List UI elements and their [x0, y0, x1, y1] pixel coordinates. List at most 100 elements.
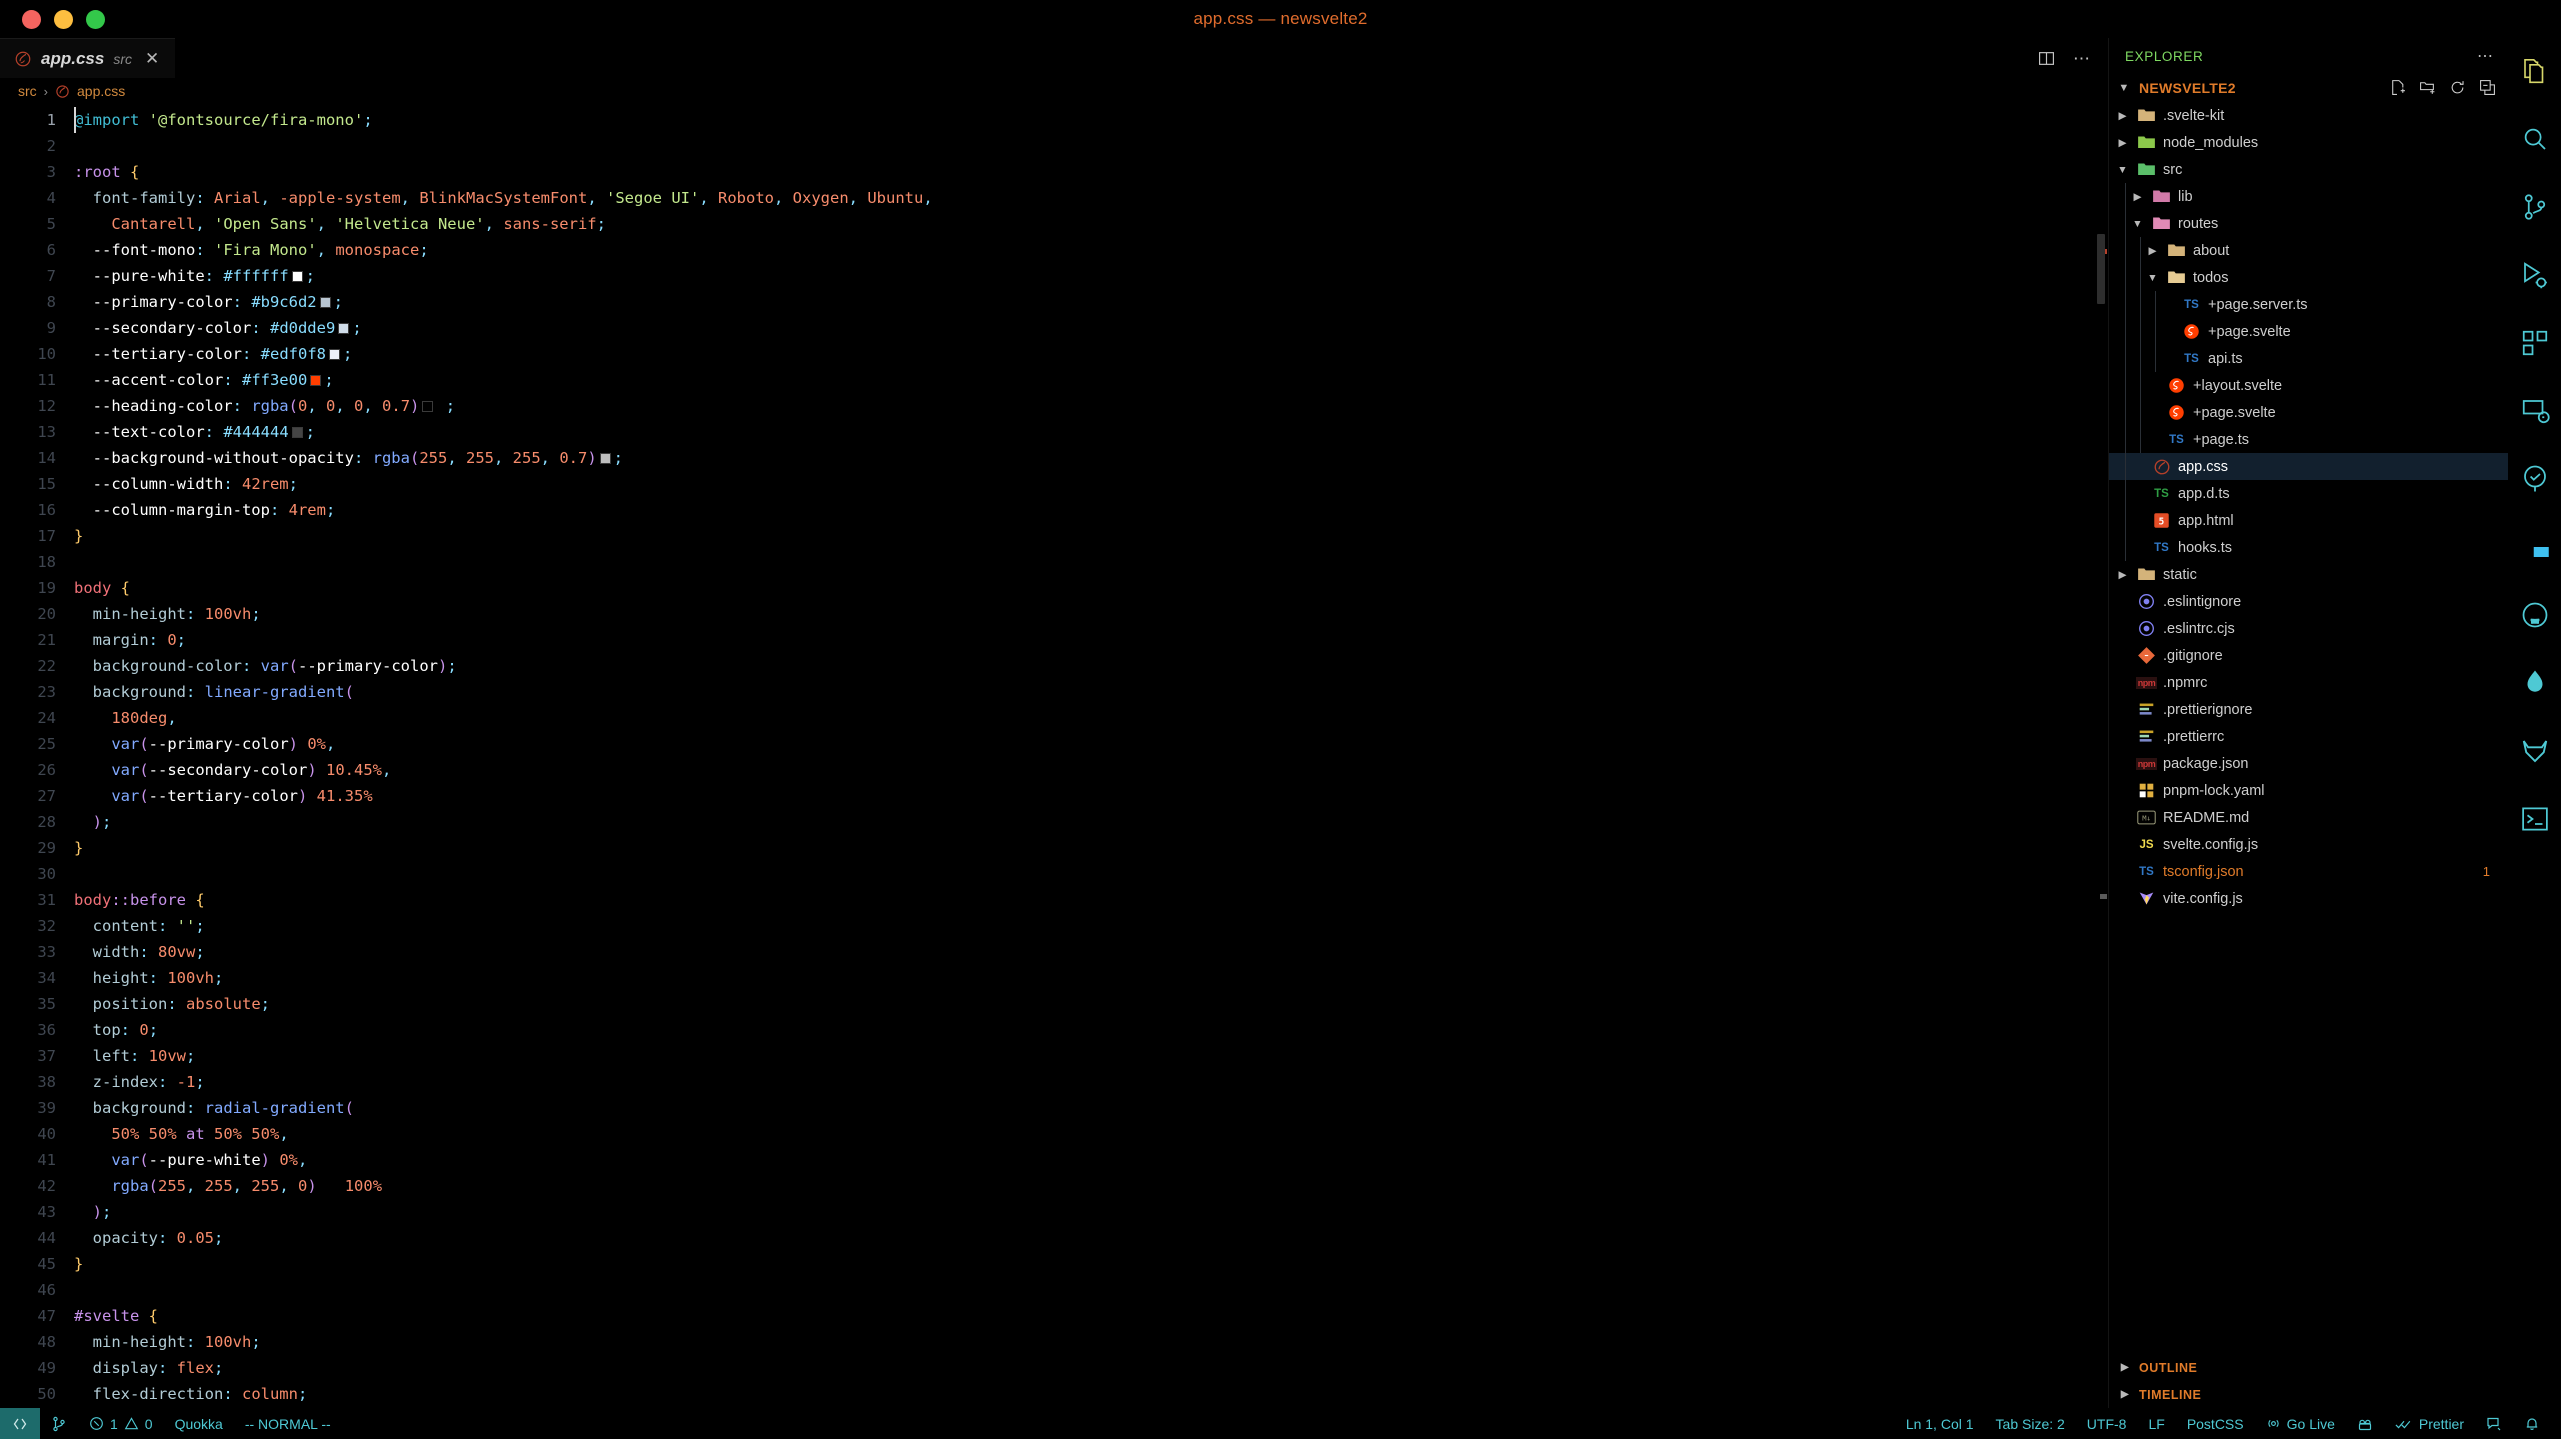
- sidebar-section-outline[interactable]: ▶OUTLINE: [2109, 1354, 2508, 1381]
- code-line[interactable]: 47#svelte {: [0, 1303, 2108, 1329]
- tree-file-readme-md[interactable]: ▶M↓README.md: [2109, 804, 2508, 831]
- file-tree[interactable]: ▶.svelte-kit▶node_modules▼src▶lib▼routes…: [2109, 101, 2508, 1354]
- code-line[interactable]: 30: [0, 861, 2108, 887]
- status-prettier[interactable]: Prettier: [2384, 1408, 2475, 1439]
- sidebar-more-icon[interactable]: ⋯: [2477, 46, 2494, 66]
- code-line[interactable]: 35 position: absolute;: [0, 991, 2108, 1017]
- tree-file-app-html[interactable]: ▶5app.html: [2109, 507, 2508, 534]
- chevron-right-icon[interactable]: ▶: [2145, 245, 2160, 257]
- tree-file-tsconfig-json[interactable]: ▶TStsconfig.json1: [2109, 858, 2508, 885]
- code-line[interactable]: 39 background: radial-gradient(: [0, 1095, 2108, 1121]
- chevron-down-icon[interactable]: ▼: [2145, 272, 2160, 284]
- run-debug-icon[interactable]: [2516, 256, 2554, 294]
- database-icon[interactable]: [2516, 664, 2554, 702]
- code-line[interactable]: 32 content: '';: [0, 913, 2108, 939]
- status-language-mode[interactable]: PostCSS: [2176, 1408, 2255, 1439]
- code-line[interactable]: 28 );: [0, 809, 2108, 835]
- chevron-down-icon[interactable]: ▼: [2115, 164, 2130, 176]
- code-line[interactable]: 19body {: [0, 575, 2108, 601]
- code-line[interactable]: 37 left: 10vw;: [0, 1043, 2108, 1069]
- tree-folder-lib[interactable]: ▶lib: [2109, 183, 2508, 210]
- close-window-button[interactable]: [22, 10, 41, 29]
- close-icon[interactable]: ✕: [141, 50, 159, 67]
- testing-icon[interactable]: [2516, 460, 2554, 498]
- chevron-right-icon[interactable]: ▶: [2115, 137, 2130, 149]
- code-line[interactable]: 18: [0, 549, 2108, 575]
- chevron-down-icon[interactable]: ▼: [2115, 82, 2133, 94]
- tree-file--prettierrc[interactable]: ▶.prettierrc: [2109, 723, 2508, 750]
- status-notifications[interactable]: [2513, 1408, 2551, 1439]
- tree-folder-about[interactable]: ▶about: [2109, 237, 2508, 264]
- tree-file-package-json[interactable]: ▶npmpackage.json: [2109, 750, 2508, 777]
- code-line[interactable]: 8 --primary-color: #b9c6d2;: [0, 289, 2108, 315]
- code-line[interactable]: 10 --tertiary-color: #edf0f8;: [0, 341, 2108, 367]
- search-icon[interactable]: [2516, 120, 2554, 158]
- tree-file--page-ts[interactable]: ▶TS+page.ts: [2109, 426, 2508, 453]
- code-line[interactable]: 15 --column-width: 42rem;: [0, 471, 2108, 497]
- code-line[interactable]: 3:root {: [0, 159, 2108, 185]
- sidebar-section-timeline[interactable]: ▶TIMELINE: [2109, 1381, 2508, 1408]
- code-line[interactable]: 49 display: flex;: [0, 1355, 2108, 1381]
- tree-folder-routes[interactable]: ▼routes: [2109, 210, 2508, 237]
- tree-file--eslintignore[interactable]: ▶.eslintignore: [2109, 588, 2508, 615]
- code-line[interactable]: 51}: [0, 1407, 2108, 1408]
- status-quokka[interactable]: Quokka: [164, 1408, 234, 1439]
- status-cursor-position[interactable]: Ln 1, Col 1: [1895, 1408, 1985, 1439]
- remote-explorer-icon[interactable]: [2516, 392, 2554, 430]
- code-line[interactable]: 33 width: 80vw;: [0, 939, 2108, 965]
- code-line[interactable]: 21 margin: 0;: [0, 627, 2108, 653]
- code-line[interactable]: 25 var(--primary-color) 0%,: [0, 731, 2108, 757]
- source-control-branch[interactable]: [40, 1408, 78, 1439]
- code-line[interactable]: 40 50% 50% at 50% 50%,: [0, 1121, 2108, 1147]
- tree-file--gitignore[interactable]: ▶.gitignore: [2109, 642, 2508, 669]
- tree-folder--svelte-kit[interactable]: ▶.svelte-kit: [2109, 102, 2508, 129]
- code-line[interactable]: 38 z-index: -1;: [0, 1069, 2108, 1095]
- breadcrumb-file[interactable]: app.css: [77, 83, 125, 99]
- new-file-icon[interactable]: [2389, 79, 2406, 96]
- code-line[interactable]: 11 --accent-color: #ff3e00;: [0, 367, 2108, 393]
- code-line[interactable]: 43 );: [0, 1199, 2108, 1225]
- tree-file-pnpm-lock-yaml[interactable]: ▶pnpm-lock.yaml: [2109, 777, 2508, 804]
- status-feedback[interactable]: [2475, 1408, 2513, 1439]
- tree-folder-node-modules[interactable]: ▶node_modules: [2109, 129, 2508, 156]
- breadcrumb[interactable]: src › app.css: [0, 78, 2108, 104]
- code-line[interactable]: 45}: [0, 1251, 2108, 1277]
- code-line[interactable]: 22 background-color: var(--primary-color…: [0, 653, 2108, 679]
- code-editor[interactable]: 1@import '@fontsource/fira-mono';23:root…: [0, 104, 2108, 1408]
- code-line[interactable]: 16 --column-margin-top: 4rem;: [0, 497, 2108, 523]
- status-indentation[interactable]: Tab Size: 2: [1985, 1408, 2076, 1439]
- code-line[interactable]: 48 min-height: 100vh;: [0, 1329, 2108, 1355]
- code-line[interactable]: 14 --background-without-opacity: rgba(25…: [0, 445, 2108, 471]
- new-folder-icon[interactable]: [2419, 79, 2436, 96]
- code-line[interactable]: 24 180deg,: [0, 705, 2108, 731]
- code-line[interactable]: 50 flex-direction: column;: [0, 1381, 2108, 1407]
- workspace-root-row[interactable]: ▼ NEWSVELTE2: [2109, 74, 2508, 101]
- code-line[interactable]: 46: [0, 1277, 2108, 1303]
- status-encoding[interactable]: UTF-8: [2076, 1408, 2138, 1439]
- chevron-right-icon[interactable]: ▶: [2115, 110, 2130, 122]
- code-line[interactable]: 36 top: 0;: [0, 1017, 2108, 1043]
- code-line[interactable]: 31body::before {: [0, 887, 2108, 913]
- minimize-window-button[interactable]: [54, 10, 73, 29]
- code-line[interactable]: 1@import '@fontsource/fira-mono';: [0, 107, 2108, 133]
- tree-file-svelte-config-js[interactable]: ▶JSsvelte.config.js: [2109, 831, 2508, 858]
- status-eol[interactable]: LF: [2137, 1408, 2175, 1439]
- tree-file--page-svelte[interactable]: ▶+page.svelte: [2109, 399, 2508, 426]
- code-line[interactable]: 2: [0, 133, 2108, 159]
- chevron-right-icon[interactable]: ▶: [2117, 1362, 2133, 1373]
- docker-icon[interactable]: [2516, 528, 2554, 566]
- status-vim-mode[interactable]: -- NORMAL --: [234, 1408, 342, 1439]
- split-editor-icon[interactable]: [2038, 50, 2055, 67]
- tree-folder-src[interactable]: ▼src: [2109, 156, 2508, 183]
- code-line[interactable]: 12 --heading-color: rgba(0, 0, 0, 0.7) ;: [0, 393, 2108, 419]
- tree-file--layout-svelte[interactable]: ▶+layout.svelte: [2109, 372, 2508, 399]
- github-icon[interactable]: [2516, 596, 2554, 634]
- code-line[interactable]: 20 min-height: 100vh;: [0, 601, 2108, 627]
- code-line[interactable]: 7 --pure-white: #ffffff;: [0, 263, 2108, 289]
- code-line[interactable]: 23 background: linear-gradient(: [0, 679, 2108, 705]
- status-live-share[interactable]: [2346, 1408, 2384, 1439]
- code-line[interactable]: 6 --font-mono: 'Fira Mono', monospace;: [0, 237, 2108, 263]
- explorer-icon[interactable]: [2516, 52, 2554, 90]
- tree-file--npmrc[interactable]: ▶npm.npmrc: [2109, 669, 2508, 696]
- tree-file--page-server-ts[interactable]: ▶TS+page.server.ts: [2109, 291, 2508, 318]
